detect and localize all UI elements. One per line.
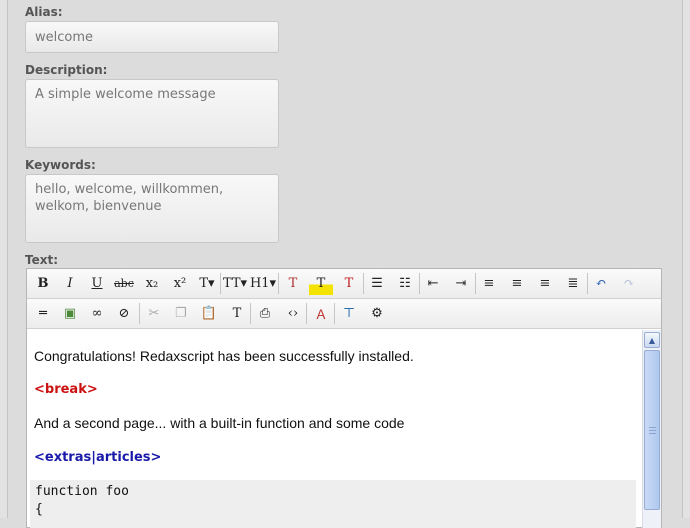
insert-image-icon[interactable]: ▣ [58, 302, 82, 325]
scroll-up-arrow-icon[interactable]: ▲ [644, 332, 660, 348]
highlight-icon[interactable]: T [309, 272, 333, 295]
paste-icon[interactable]: 📋 [197, 302, 221, 325]
underline-icon[interactable]: U [85, 272, 109, 295]
rich-text-editor[interactable]: B I Uabc x₂ x² T▾ TT▾ H1▾ T T T ☰ ☷ ⇤ ⇥ ≡ ≡ ≡ ≣ ↶ ↷ ═ ▣ ∞ ⊘ ✂ ❐ 📋 T… [26, 268, 662, 528]
toolbar-separator [139, 303, 140, 324]
toolbar-separator [278, 273, 279, 294]
scroll-thumb[interactable] [644, 350, 660, 510]
editor-toolbar-row-2: ═ ▣ ∞ ⊘ ✂ ❐ 📋 T ⎙ ‹› Ａ ⊤ ⚙ [27, 299, 661, 329]
outdent-icon[interactable]: ⇤ [421, 272, 445, 295]
spellcheck-icon[interactable]: Ａ [309, 302, 333, 325]
editor-toolbar-row-1: B I Uabc x₂ x² T▾ TT▾ H1▾ T T T ☰ ☷ ⇤ ⇥ ≡ ≡ ≡ ≣ ↶ ↷ [27, 269, 661, 299]
keywords-textarea[interactable] [25, 174, 279, 243]
toolbar-separator [419, 273, 420, 294]
toolbar-separator [363, 273, 364, 294]
horizontal-rule-icon[interactable]: ═ [31, 302, 55, 325]
print-icon[interactable]: ⎙ [253, 302, 277, 325]
clear-format-icon[interactable]: T [337, 272, 361, 295]
toolbar-separator [306, 303, 307, 324]
redo-icon[interactable]: ↷ [617, 272, 641, 295]
paste-text-icon[interactable]: T [225, 302, 249, 325]
description-textarea[interactable] [25, 79, 279, 148]
align-left-icon[interactable]: ≡ [477, 272, 501, 295]
alias-label: Alias: [25, 5, 63, 19]
extras-tag: <extras|articles> [34, 450, 162, 465]
content-line: Congratulations! Redaxscript has been su… [34, 348, 414, 364]
break-tag: <break> [34, 382, 98, 397]
heading-icon[interactable]: H1▾ [250, 272, 276, 295]
toolbar-separator [250, 303, 251, 324]
superscript-icon[interactable]: x² [168, 272, 192, 295]
content-line: And a second page... with a built-in fun… [34, 415, 405, 431]
left-frame [0, 0, 8, 518]
editor-content[interactable]: Congratulations! Redaxscript has been su… [28, 330, 640, 528]
toolbar-separator [587, 273, 588, 294]
font-family-icon[interactable]: T▾ [195, 272, 219, 295]
numbered-list-icon[interactable]: ☷ [393, 272, 417, 295]
bold-icon[interactable]: B [31, 272, 55, 295]
font-size-icon[interactable]: TT▾ [223, 272, 247, 295]
page-break-icon[interactable]: ⊤ [337, 302, 361, 325]
insert-link-icon[interactable]: ∞ [85, 302, 109, 325]
undo-icon[interactable]: ↶ [589, 272, 613, 295]
paste-word-icon[interactable]: ⚙ [365, 302, 389, 325]
unlink-icon[interactable]: ⊘ [112, 302, 136, 325]
italic-icon[interactable]: I [58, 272, 82, 295]
indent-icon[interactable]: ⇥ [449, 272, 473, 295]
subscript-icon[interactable]: x₂ [140, 272, 164, 295]
toolbar-separator [475, 273, 476, 294]
align-center-icon[interactable]: ≡ [505, 272, 529, 295]
toolbar-separator [334, 303, 335, 324]
text-color-icon[interactable]: T [281, 272, 305, 295]
editor-scrollbar[interactable]: ▲ [642, 330, 661, 528]
align-justify-icon[interactable]: ≣ [561, 272, 585, 295]
source-code-icon[interactable]: ‹› [281, 302, 305, 325]
strikethrough-icon[interactable]: abc [112, 272, 136, 295]
right-frame [682, 0, 690, 518]
align-right-icon[interactable]: ≡ [533, 272, 557, 295]
code-block: function foo { [30, 480, 636, 528]
copy-icon[interactable]: ❐ [169, 302, 193, 325]
text-label: Text: [25, 253, 59, 267]
description-label: Description: [25, 63, 108, 77]
alias-input[interactable] [25, 21, 279, 53]
toolbar-separator [220, 273, 221, 294]
keywords-label: Keywords: [25, 158, 96, 172]
bullet-list-icon[interactable]: ☰ [365, 272, 389, 295]
cut-icon[interactable]: ✂ [142, 302, 166, 325]
